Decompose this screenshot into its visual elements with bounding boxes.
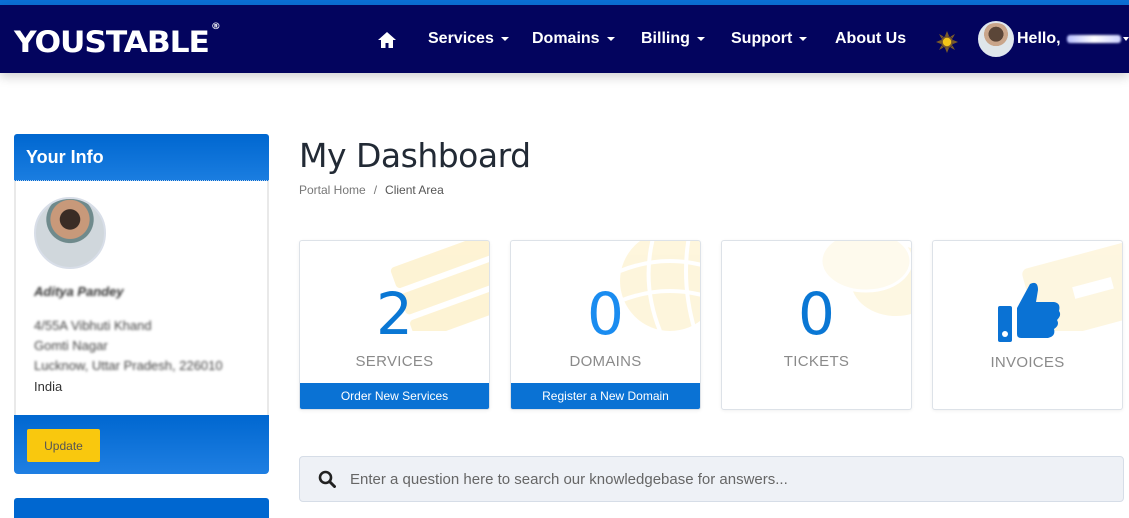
nav-label: Support [731,30,793,47]
breadcrumb-separator: / [373,183,378,197]
breadcrumb-portal-home[interactable]: Portal Home [299,183,366,197]
tile-invoices[interactable]: INVOICES [932,240,1123,410]
page-title: My Dashboard [299,136,531,175]
domains-count: 0 [587,280,624,348]
client-name: Aditya Pandey [34,284,124,299]
next-sidebar-panel [14,498,269,518]
brand-logo[interactable]: YOUSTABLE ® [14,22,221,59]
search-icon [318,470,336,488]
caret-down-icon [500,37,509,41]
nav-services[interactable]: Services [428,5,509,73]
your-info-panel: Your Info Aditya Pandey 4/55A Vibhuti Kh… [14,134,269,474]
knowledgebase-search-input[interactable] [350,470,1090,488]
user-menu[interactable]: Hello, [1017,5,1129,73]
tile-services[interactable]: 2 SERVICES Order New Services [299,240,490,410]
logo-text: YOUSTABLE [14,25,210,59]
nav-domains[interactable]: Domains [532,5,615,73]
sun-icon[interactable] [936,31,958,53]
home-icon[interactable] [377,31,397,49]
nav-label: Services [428,30,494,47]
address-line-3: Lucknow, Uttar Pradesh, 226010 [34,358,223,373]
invoices-label: INVOICES [990,354,1065,371]
domains-label: DOMAINS [569,353,642,370]
address-country: India [34,379,63,394]
tile-domains[interactable]: 0 DOMAINS Register a New Domain [510,240,701,410]
address-line-1: 4/55A Vibhuti Khand [34,318,152,333]
caret-down-icon [606,37,615,41]
thumbs-up-icon [998,282,1061,342]
tickets-label: TICKETS [783,353,850,370]
update-button[interactable]: Update [27,429,100,462]
caret-down-icon [799,37,808,41]
nav-label: Billing [641,30,690,47]
tickets-count: 0 [798,280,835,348]
breadcrumb-client-area: Client Area [385,183,444,197]
greeting-text: Hello, [1017,30,1061,47]
caret-down-icon [696,37,705,41]
redacted-username [1066,35,1121,43]
breadcrumb: Portal Home / Client Area [299,183,444,197]
tile-tickets[interactable]: 0 TICKETS [721,240,912,410]
address-line-2: Gomti Nagar [34,338,108,353]
nav-about-us[interactable]: About Us [835,5,906,73]
profile-avatar [34,197,106,269]
panel-footer: Update [14,415,269,474]
knowledgebase-search [299,456,1124,502]
caret-down-icon [1122,37,1129,41]
panel-title: Your Info [14,134,269,181]
panel-body: Aditya Pandey 4/55A Vibhuti Khand Gomti … [14,181,269,415]
services-label: SERVICES [355,353,434,370]
user-avatar[interactable] [978,21,1014,57]
nav-label: About Us [835,30,907,47]
order-new-services-link[interactable]: Order New Services [300,383,489,409]
nav-support[interactable]: Support [731,5,808,73]
register-domain-link[interactable]: Register a New Domain [511,383,700,409]
services-count: 2 [376,280,413,348]
nav-billing[interactable]: Billing [641,5,705,73]
navbar: YOUSTABLE ® Services Domains Billing Supp… [0,5,1129,73]
nav-label: Domains [532,30,600,47]
logo-mark: ® [211,22,221,33]
